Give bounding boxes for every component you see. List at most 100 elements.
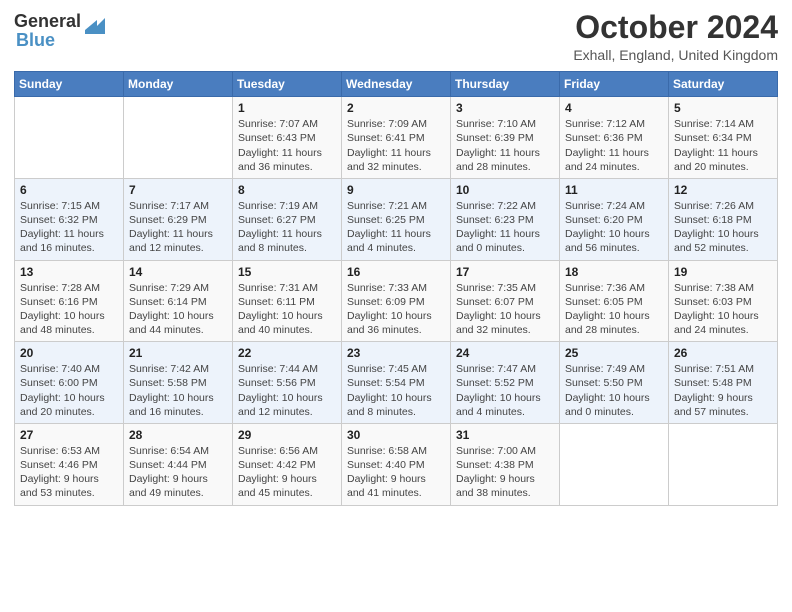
day-cell: 2 Sunrise: 7:09 AM Sunset: 6:41 PM Daylig…: [342, 97, 451, 179]
cell-info: Sunrise: 7:44 AM Sunset: 5:56 PM Dayligh…: [238, 362, 336, 419]
cell-info: Sunrise: 7:12 AM Sunset: 6:36 PM Dayligh…: [565, 117, 663, 174]
weekday-sunday: Sunday: [15, 72, 124, 97]
cell-info: Sunrise: 7:24 AM Sunset: 6:20 PM Dayligh…: [565, 199, 663, 256]
calendar-table: SundayMondayTuesdayWednesdayThursdayFrid…: [14, 71, 778, 505]
week-row-3: 13Sunrise: 7:28 AM Sunset: 6:16 PM Dayli…: [15, 260, 778, 342]
day-cell: 18 Sunrise: 7:36 AM Sunset: 6:05 PM Dayli…: [560, 260, 669, 342]
day-number: 5: [674, 101, 772, 115]
day-cell: 12 Sunrise: 7:26 AM Sunset: 6:18 PM Dayli…: [669, 178, 778, 260]
cell-info: Sunrise: 7:21 AM Sunset: 6:25 PM Dayligh…: [347, 199, 445, 256]
day-number: 26: [674, 346, 772, 360]
weekday-monday: Monday: [124, 72, 233, 97]
page: General Blue October 2024 Exhall, Englan…: [0, 0, 792, 612]
cell-info: Sunrise: 7:49 AM Sunset: 5:50 PM Dayligh…: [565, 362, 663, 419]
cell-info: Sunrise: 6:58 AM Sunset: 4:40 PM Dayligh…: [347, 444, 445, 501]
cell-info: Sunrise: 7:22 AM Sunset: 6:23 PM Dayligh…: [456, 199, 554, 256]
cell-info: Sunrise: 6:56 AM Sunset: 4:42 PM Dayligh…: [238, 444, 336, 501]
day-number: 18: [565, 265, 663, 279]
cell-info: Sunrise: 7:38 AM Sunset: 6:03 PM Dayligh…: [674, 281, 772, 338]
cell-info: Sunrise: 7:35 AM Sunset: 6:07 PM Dayligh…: [456, 281, 554, 338]
day-cell: 26 Sunrise: 7:51 AM Sunset: 5:48 PM Dayli…: [669, 342, 778, 424]
logo: General Blue: [14, 10, 105, 51]
weekday-friday: Friday: [560, 72, 669, 97]
day-cell: 24 Sunrise: 7:47 AM Sunset: 5:52 PM Dayli…: [451, 342, 560, 424]
weekday-tuesday: Tuesday: [233, 72, 342, 97]
cell-info: Sunrise: 7:40 AM Sunset: 6:00 PM Dayligh…: [20, 362, 118, 419]
cell-info: Sunrise: 7:14 AM Sunset: 6:34 PM Dayligh…: [674, 117, 772, 174]
cell-info: Sunrise: 6:53 AM Sunset: 4:46 PM Dayligh…: [20, 444, 118, 501]
location: Exhall, England, United Kingdom: [573, 47, 778, 63]
day-cell: 21Sunrise: 7:42 AM Sunset: 5:58 PM Dayli…: [124, 342, 233, 424]
weekday-thursday: Thursday: [451, 72, 560, 97]
header: General Blue October 2024 Exhall, Englan…: [14, 10, 778, 63]
day-number: 20: [20, 346, 118, 360]
day-number: 21: [129, 346, 227, 360]
cell-info: Sunrise: 6:54 AM Sunset: 4:44 PM Dayligh…: [129, 444, 227, 501]
cell-info: Sunrise: 7:26 AM Sunset: 6:18 PM Dayligh…: [674, 199, 772, 256]
cell-info: Sunrise: 7:10 AM Sunset: 6:39 PM Dayligh…: [456, 117, 554, 174]
day-number: 29: [238, 428, 336, 442]
cell-info: Sunrise: 7:00 AM Sunset: 4:38 PM Dayligh…: [456, 444, 554, 501]
day-cell: [15, 97, 124, 179]
day-number: 30: [347, 428, 445, 442]
day-cell: 7 Sunrise: 7:17 AM Sunset: 6:29 PM Daylig…: [124, 178, 233, 260]
weekday-saturday: Saturday: [669, 72, 778, 97]
day-number: 16: [347, 265, 445, 279]
day-number: 7: [129, 183, 227, 197]
day-cell: 25 Sunrise: 7:49 AM Sunset: 5:50 PM Dayli…: [560, 342, 669, 424]
day-cell: [669, 423, 778, 505]
day-cell: 5 Sunrise: 7:14 AM Sunset: 6:34 PM Daylig…: [669, 97, 778, 179]
week-row-2: 6Sunrise: 7:15 AM Sunset: 6:32 PM Daylig…: [15, 178, 778, 260]
day-number: 14: [129, 265, 227, 279]
day-number: 1: [238, 101, 336, 115]
day-number: 12: [674, 183, 772, 197]
day-number: 23: [347, 346, 445, 360]
day-number: 3: [456, 101, 554, 115]
day-cell: 4Sunrise: 7:12 AM Sunset: 6:36 PM Daylig…: [560, 97, 669, 179]
day-cell: 3 Sunrise: 7:10 AM Sunset: 6:39 PM Daylig…: [451, 97, 560, 179]
cell-info: Sunrise: 7:47 AM Sunset: 5:52 PM Dayligh…: [456, 362, 554, 419]
weekday-header-row: SundayMondayTuesdayWednesdayThursdayFrid…: [15, 72, 778, 97]
cell-info: Sunrise: 7:29 AM Sunset: 6:14 PM Dayligh…: [129, 281, 227, 338]
weekday-wednesday: Wednesday: [342, 72, 451, 97]
day-cell: 11Sunrise: 7:24 AM Sunset: 6:20 PM Dayli…: [560, 178, 669, 260]
cell-info: Sunrise: 7:19 AM Sunset: 6:27 PM Dayligh…: [238, 199, 336, 256]
cell-info: Sunrise: 7:45 AM Sunset: 5:54 PM Dayligh…: [347, 362, 445, 419]
logo-icon: [83, 12, 105, 34]
cell-info: Sunrise: 7:09 AM Sunset: 6:41 PM Dayligh…: [347, 117, 445, 174]
day-number: 8: [238, 183, 336, 197]
day-number: 19: [674, 265, 772, 279]
day-cell: 17 Sunrise: 7:35 AM Sunset: 6:07 PM Dayli…: [451, 260, 560, 342]
title-block: October 2024 Exhall, England, United Kin…: [573, 10, 778, 63]
day-number: 25: [565, 346, 663, 360]
cell-info: Sunrise: 7:31 AM Sunset: 6:11 PM Dayligh…: [238, 281, 336, 338]
cell-info: Sunrise: 7:15 AM Sunset: 6:32 PM Dayligh…: [20, 199, 118, 256]
day-cell: 31 Sunrise: 7:00 AM Sunset: 4:38 PM Dayli…: [451, 423, 560, 505]
day-cell: [124, 97, 233, 179]
day-cell: 20 Sunrise: 7:40 AM Sunset: 6:00 PM Dayli…: [15, 342, 124, 424]
day-cell: 15Sunrise: 7:31 AM Sunset: 6:11 PM Dayli…: [233, 260, 342, 342]
day-cell: 13Sunrise: 7:28 AM Sunset: 6:16 PM Dayli…: [15, 260, 124, 342]
day-number: 31: [456, 428, 554, 442]
day-number: 22: [238, 346, 336, 360]
cell-info: Sunrise: 7:33 AM Sunset: 6:09 PM Dayligh…: [347, 281, 445, 338]
week-row-1: 1Sunrise: 7:07 AM Sunset: 6:43 PM Daylig…: [15, 97, 778, 179]
week-row-5: 27Sunrise: 6:53 AM Sunset: 4:46 PM Dayli…: [15, 423, 778, 505]
cell-info: Sunrise: 7:51 AM Sunset: 5:48 PM Dayligh…: [674, 362, 772, 419]
day-cell: 10Sunrise: 7:22 AM Sunset: 6:23 PM Dayli…: [451, 178, 560, 260]
day-cell: 1Sunrise: 7:07 AM Sunset: 6:43 PM Daylig…: [233, 97, 342, 179]
day-number: 13: [20, 265, 118, 279]
day-cell: 28Sunrise: 6:54 AM Sunset: 4:44 PM Dayli…: [124, 423, 233, 505]
day-cell: 9Sunrise: 7:21 AM Sunset: 6:25 PM Daylig…: [342, 178, 451, 260]
day-cell: 29 Sunrise: 6:56 AM Sunset: 4:42 PM Dayli…: [233, 423, 342, 505]
day-cell: 19 Sunrise: 7:38 AM Sunset: 6:03 PM Dayli…: [669, 260, 778, 342]
cell-info: Sunrise: 7:36 AM Sunset: 6:05 PM Dayligh…: [565, 281, 663, 338]
cell-info: Sunrise: 7:17 AM Sunset: 6:29 PM Dayligh…: [129, 199, 227, 256]
day-number: 17: [456, 265, 554, 279]
day-cell: 6Sunrise: 7:15 AM Sunset: 6:32 PM Daylig…: [15, 178, 124, 260]
month-title: October 2024: [573, 10, 778, 45]
day-number: 24: [456, 346, 554, 360]
day-cell: 27Sunrise: 6:53 AM Sunset: 4:46 PM Dayli…: [15, 423, 124, 505]
day-cell: 23 Sunrise: 7:45 AM Sunset: 5:54 PM Dayli…: [342, 342, 451, 424]
day-number: 2: [347, 101, 445, 115]
